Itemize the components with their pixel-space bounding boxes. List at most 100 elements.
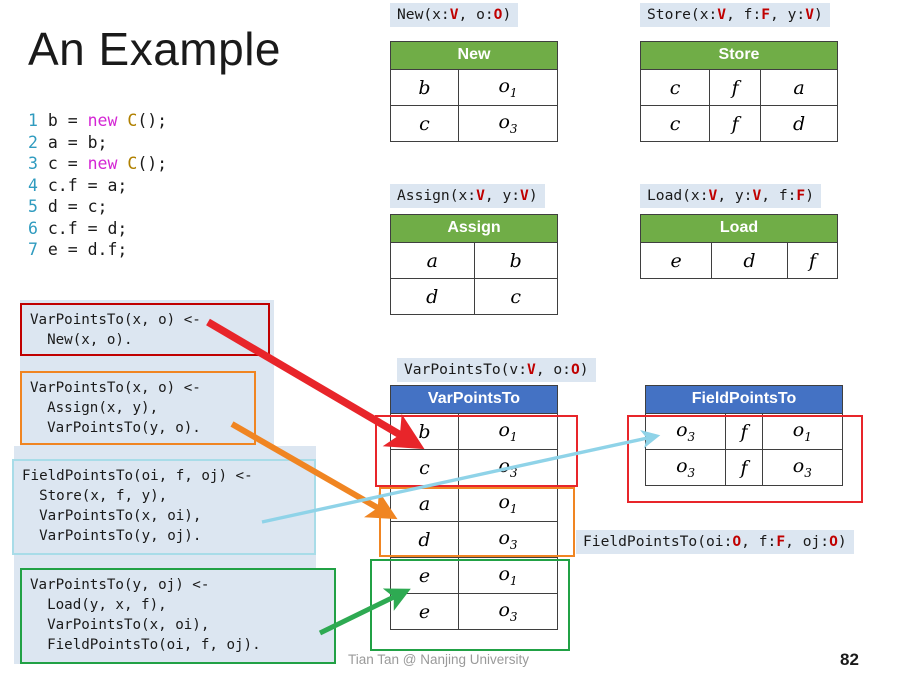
rule-box-new: VarPointsTo(x, o) <- New(x, o). <box>20 303 270 356</box>
caption-text: VarPointsTo(v: <box>404 361 528 378</box>
table-header-label: VarPointsTo <box>390 385 558 414</box>
caption-type-token: F <box>796 187 806 204</box>
table-cell: o3 <box>761 449 844 486</box>
table-row: ab <box>390 242 558 279</box>
cell-subscript: 3 <box>509 537 518 552</box>
table-row: o3 f o3 <box>644 449 844 486</box>
table-cell: o3 <box>644 449 727 486</box>
table-cell: o1 <box>457 557 559 594</box>
table-cell: f <box>786 242 839 279</box>
caption-text: Assign(x: <box>397 187 477 204</box>
caption-text: ) <box>579 361 589 378</box>
caption-text: , y: <box>717 187 753 204</box>
caption-text: , f: <box>726 6 762 23</box>
table-cell: c <box>390 105 459 142</box>
code-line: 1 b = new C(); <box>28 110 167 132</box>
caption-type-token: V <box>476 187 485 204</box>
table-row: d o3 <box>390 521 559 558</box>
caption-store: Store(x:V, f:F, y:V) <box>640 3 830 27</box>
table-cell: f <box>709 105 762 142</box>
code-text: c.f = a; <box>47 175 128 195</box>
caption-varpointsto: VarPointsTo(v:V, o:O) <box>397 358 596 382</box>
table-row: edf <box>639 242 839 279</box>
code-listing: 1 b = new C(); 2 a = b; 3 c = new C(); 4 c.… <box>28 110 167 261</box>
table-cell: c <box>390 449 459 486</box>
code-text: e = d.f; <box>47 240 128 259</box>
table-header-row: FieldPointsTo <box>645 385 843 414</box>
caption-type-token: V <box>708 187 718 204</box>
table-cell: e <box>639 242 713 279</box>
caption-type-token: F <box>776 533 786 550</box>
table-header-label: Load <box>640 214 838 243</box>
table-row: cfd <box>639 105 838 142</box>
table-row: e o3 <box>390 593 559 630</box>
caption-text: , y: <box>484 187 521 204</box>
caption-type-token: V <box>520 187 529 204</box>
table-row: b o1 <box>390 413 559 450</box>
code-line-number: 6 <box>28 218 48 238</box>
table-cell: b <box>473 242 558 279</box>
table-cell: e <box>390 593 459 630</box>
code-text: (); <box>137 111 168 130</box>
caption-text: , o: <box>535 361 571 378</box>
table-cell: c <box>473 278 558 315</box>
caption-type-token: V <box>449 6 459 23</box>
code-line: 5 d = c; <box>28 196 167 218</box>
table-header-label: FieldPointsTo <box>645 385 843 414</box>
table-cell: f <box>709 69 762 106</box>
cell-subscript: 1 <box>509 501 518 516</box>
code-line: 3 c = new C(); <box>28 153 167 175</box>
code-line-number: 2 <box>28 132 48 152</box>
table-cell: c <box>639 105 711 142</box>
table-header-row: New <box>390 41 558 70</box>
caption-text: Store(x: <box>647 6 718 23</box>
table-row: c o3 <box>390 105 559 142</box>
table-cell: a <box>390 485 459 522</box>
code-keyword: new <box>87 111 118 130</box>
caption-load: Load(x:V, y:V, f:F) <box>640 184 822 208</box>
code-text: a = b; <box>47 132 108 152</box>
code-keyword: new <box>87 154 118 173</box>
table-cell: o1 <box>457 485 559 522</box>
caption-text: , f: <box>761 187 797 204</box>
table-cell: e <box>390 557 459 594</box>
table-cell: o3 <box>457 593 559 630</box>
table-cell: d <box>390 278 475 315</box>
table-row: e o1 <box>390 557 559 594</box>
table-row: cfa <box>639 69 838 106</box>
table-row: a o1 <box>390 485 559 522</box>
table-header-row: Load <box>640 214 838 243</box>
caption-fieldpointsto: FieldPointsTo(oi:O, f:F, oj:O) <box>576 530 854 554</box>
code-line: 7 e = d.f; <box>28 239 167 261</box>
caption-type-token: V <box>527 361 536 378</box>
table-row: c o3 <box>390 449 559 486</box>
table-cell: o3 <box>644 413 727 450</box>
table-row: b o1 <box>390 69 559 106</box>
table-header-row: Store <box>640 41 838 70</box>
table-cell: o1 <box>457 413 559 450</box>
caption-text: New(x: <box>397 6 450 23</box>
table-cell: o3 <box>457 521 559 558</box>
code-text: (); <box>137 154 168 173</box>
code-text: b = <box>47 111 88 130</box>
cell-subscript: 3 <box>804 465 812 480</box>
table-cell: a <box>390 242 475 279</box>
caption-new: New(x:V, o:O) <box>390 3 519 27</box>
rule-box-store: FieldPointsTo(oi, f, oj) <- Store(x, f, … <box>12 459 316 555</box>
caption-type-token: V <box>717 6 727 23</box>
table-cell: o3 <box>457 449 559 486</box>
caption-text: ) <box>528 187 538 204</box>
rule-box-assign: VarPointsTo(x, o) <- Assign(x, y), VarPo… <box>20 371 256 445</box>
slide-canvas: An Example 1 b = new C(); 2 a = b; 3 c = n… <box>0 0 901 682</box>
caption-text: , f: <box>741 533 777 550</box>
caption-text: ) <box>805 187 815 204</box>
table-store: Store c f a c f d <box>639 41 838 142</box>
code-line: 6 c.f = d; <box>28 218 167 240</box>
caption-text: ) <box>502 6 512 23</box>
code-text: d = c; <box>47 197 108 216</box>
page-title: An Example <box>28 23 282 75</box>
caption-type-token: O <box>570 361 580 378</box>
code-line: 2 a = b; <box>28 132 167 154</box>
